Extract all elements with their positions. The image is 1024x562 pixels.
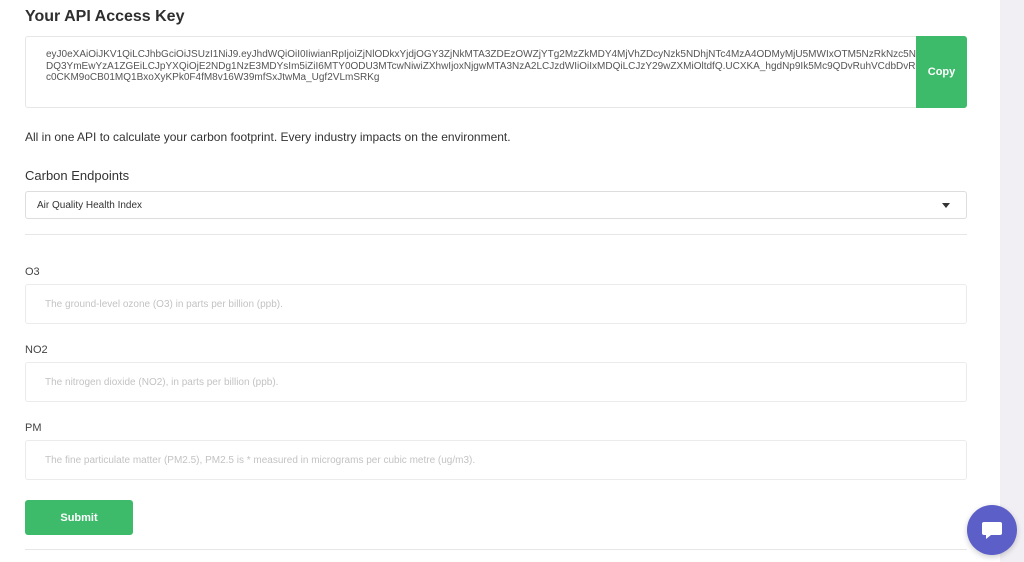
endpoints-selected-value: Air Quality Health Index	[37, 199, 143, 211]
api-key-text[interactable]: eyJ0eXAiOiJKV1QiLCJhbGciOiJSUzI1NiJ9.eyJ…	[46, 49, 916, 84]
copy-button[interactable]: Copy	[916, 36, 967, 108]
chat-bubble-icon	[982, 522, 1002, 539]
caret-down-icon	[942, 203, 950, 208]
no2-input[interactable]	[25, 362, 967, 402]
api-key-box: eyJ0eXAiOiJKV1QiLCJhbGciOiJSUzI1NiJ9.eyJ…	[25, 36, 967, 108]
page-title: Your API Access Key	[25, 8, 185, 25]
chat-launcher-button[interactable]	[967, 505, 1017, 555]
section-divider	[25, 234, 967, 235]
page-side-strip	[1000, 0, 1024, 562]
api-key-panel: Your API Access Key eyJ0eXAiOiJKV1QiLCJh…	[0, 0, 1000, 562]
pm-label: PM	[25, 422, 42, 434]
submit-button[interactable]: Submit	[25, 500, 133, 535]
no2-label: NO2	[25, 344, 48, 356]
o3-label: O3	[25, 266, 40, 278]
bottom-divider	[25, 549, 967, 550]
pm-input[interactable]	[25, 440, 967, 480]
description-text: All in one API to calculate your carbon …	[25, 130, 511, 144]
endpoints-label: Carbon Endpoints	[25, 168, 130, 183]
endpoints-select[interactable]: Air Quality Health Index	[25, 191, 967, 219]
o3-input[interactable]	[25, 284, 967, 324]
